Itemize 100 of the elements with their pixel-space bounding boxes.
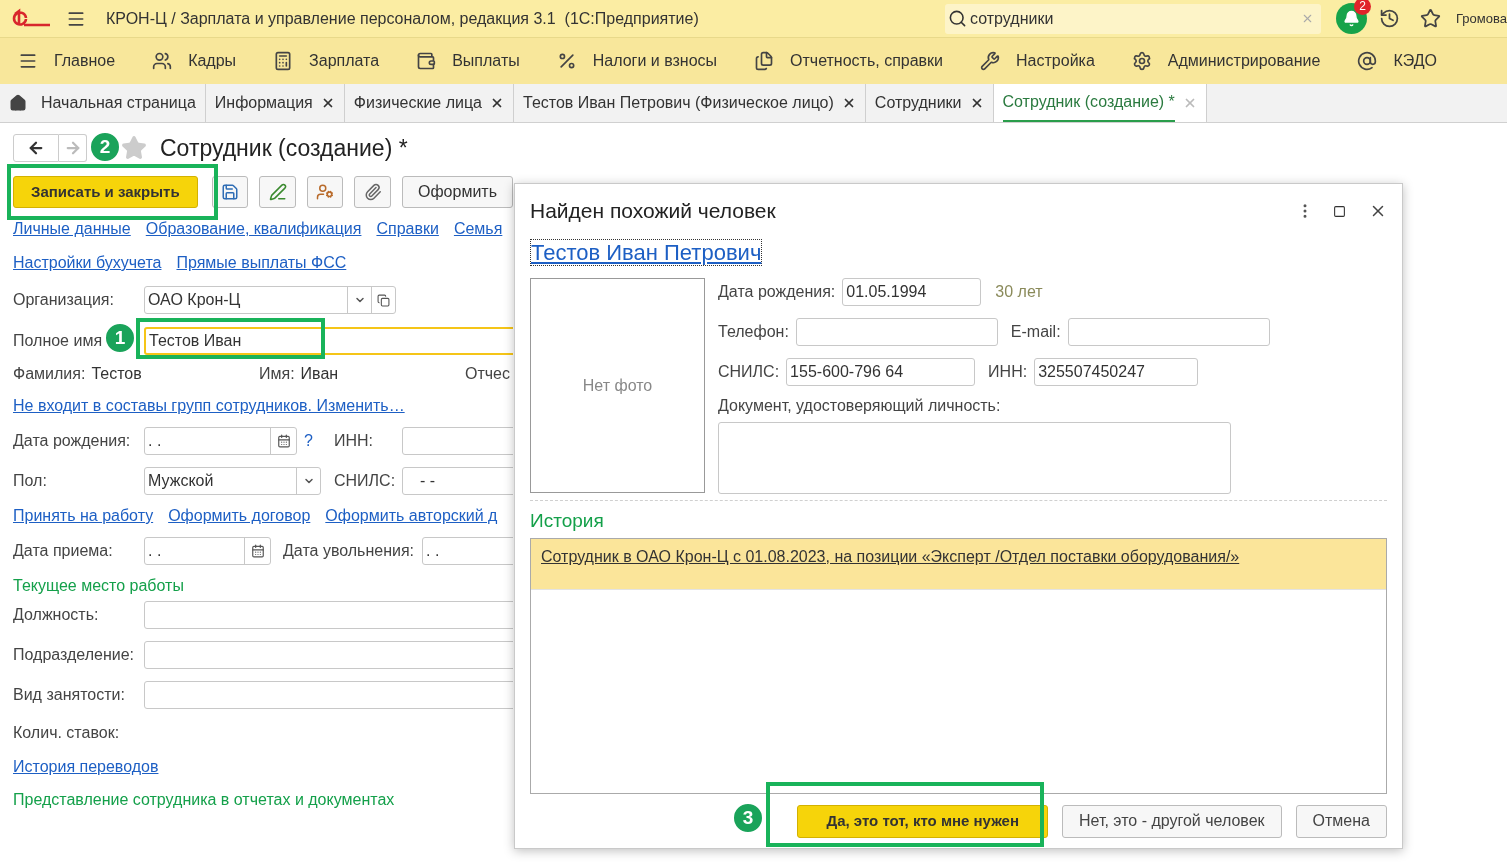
snils-field[interactable]: - - <box>402 467 513 495</box>
link[interactable]: Личные данные <box>13 217 131 241</box>
tab[interactable]: Физические лица <box>344 84 514 122</box>
field-label: Организация: <box>13 290 115 310</box>
link[interactable]: Семья <box>453 217 503 241</box>
birth-date-field[interactable]: . . <box>144 427 297 455</box>
more-button[interactable]: Оформить <box>402 176 513 208</box>
maximize-icon[interactable] <box>1333 204 1346 218</box>
field-label: Имя: <box>259 364 295 384</box>
dialog-title: Найден похожий человек <box>530 198 776 225</box>
section-item[interactable]: Настройка <box>980 49 1095 73</box>
step-number: 2 <box>89 131 121 163</box>
settings-icon <box>1131 51 1152 71</box>
notifications-button[interactable]: 2 <box>1336 3 1368 34</box>
field-label: Дата приема: <box>13 541 114 561</box>
link[interactable]: Принять на работу <box>13 504 154 528</box>
link[interactable]: Настройки бухучета <box>13 251 162 275</box>
job-field[interactable] <box>144 681 513 709</box>
link[interactable]: Оформить авторский д <box>325 504 498 528</box>
tab[interactable]: Сотрудник (создание) * <box>993 84 1207 122</box>
at-sign-icon <box>1357 51 1378 71</box>
edit-button[interactable] <box>259 176 296 208</box>
birth-date-field[interactable]: 01.05.1994 <box>842 278 982 306</box>
field-label: Отчес <box>465 364 510 384</box>
back-button[interactable] <box>13 134 59 162</box>
calculator-icon <box>273 51 294 71</box>
gender-field[interactable]: Мужской <box>144 467 321 495</box>
field-label: Дата рождения: <box>718 282 836 302</box>
close-icon[interactable] <box>490 96 504 110</box>
notification-count: 2 <box>1354 0 1372 15</box>
link[interactable]: Прямые выплаты ФСС <box>176 251 347 275</box>
field-label: E-mail: <box>1010 322 1061 342</box>
link[interactable]: Оформить договор <box>168 504 311 528</box>
person-button[interactable] <box>306 176 344 208</box>
section-heading: История <box>530 509 605 533</box>
field-label: Вид занятости: <box>13 685 126 705</box>
confirm-button[interactable]: Да, это тот, кто мне нужен <box>797 804 1048 838</box>
job-field[interactable] <box>144 641 513 669</box>
section-item[interactable]: Налоги и взносы <box>556 49 718 73</box>
user-name[interactable]: Громова <box>1456 8 1507 29</box>
save-and-close-button[interactable]: Записать и закрыть <box>13 176 198 208</box>
name-value: Тестов <box>91 364 142 384</box>
search-field[interactable]: сотрудники <box>945 3 1322 34</box>
section-item[interactable]: Администрирование <box>1131 49 1321 73</box>
inn-field[interactable]: 325507450247 <box>1034 358 1199 386</box>
section-item[interactable]: КЭДО <box>1357 49 1437 73</box>
cancel-button[interactable]: Отмена <box>1295 804 1387 838</box>
calendar-icon[interactable] <box>276 434 291 448</box>
field-label: Подразделение: <box>13 645 136 665</box>
field-label: ИНН: <box>988 362 1028 382</box>
groups-link[interactable]: Не входит в составы групп сотрудников. Изменить… <box>13 397 405 414</box>
section-item[interactable]: Кадры <box>152 49 237 73</box>
hire-date-field[interactable]: . . <box>144 537 271 565</box>
transfers-link[interactable]: История переводов <box>13 758 159 775</box>
decline-button[interactable]: Нет, это - другой человек <box>1062 804 1282 838</box>
menu-icon <box>18 51 38 71</box>
link[interactable]: Образование, квалификация <box>145 217 362 241</box>
wallet-icon <box>416 51 437 71</box>
full-name-field[interactable]: Тестов Иван <box>144 327 513 355</box>
link[interactable]: Справки <box>376 217 439 241</box>
calendar-icon[interactable] <box>250 544 265 558</box>
help-link[interactable]: ? <box>304 429 316 453</box>
field-label: Дата рождения: <box>13 431 132 451</box>
phone-field[interactable] <box>795 318 998 346</box>
field-label: ИНН: <box>334 431 375 451</box>
field-label: Полное имя <box>13 332 103 349</box>
section-item[interactable]: Главное <box>18 49 116 73</box>
job-field[interactable] <box>144 601 513 629</box>
tab[interactable]: Сотрудники <box>865 84 994 122</box>
field-label: СНИЛС: <box>334 471 397 491</box>
email-field[interactable] <box>1067 318 1270 346</box>
attach-button[interactable] <box>354 176 391 208</box>
tab[interactable]: Информация <box>205 84 345 122</box>
history-row[interactable]: Сотрудник в ОАО Крон-Ц с 01.08.2023, на позиции «Эксперт /Отдел поставки оборудования/» <box>531 538 1386 590</box>
section-item[interactable]: Выплаты <box>416 49 520 73</box>
field-label: Фамилия: <box>13 364 86 384</box>
name-value: Иван <box>300 364 339 384</box>
tab[interactable]: Тестов Иван Петрович (Физическое лицо) <box>514 84 866 122</box>
field-label: Дата увольнения: <box>283 541 415 561</box>
open-icon[interactable] <box>377 293 390 307</box>
section-heading: Представление сотрудника в отчетах и документах <box>13 790 396 810</box>
history-icon[interactable] <box>1379 8 1401 29</box>
section-item[interactable]: Зарплата <box>273 49 380 73</box>
organization-field[interactable]: ОАО Крон-Ц <box>144 286 396 314</box>
section-item[interactable]: Отчетность, справки <box>754 49 944 73</box>
people-icon <box>152 51 173 71</box>
star-icon[interactable] <box>1420 8 1442 29</box>
form-title: Сотрудник (создание) * <box>160 133 408 163</box>
person-gear-icon <box>316 183 335 201</box>
person-link[interactable]: Тестов Иван Петрович <box>530 239 763 266</box>
dismissal-date-field[interactable]: . . <box>422 537 513 565</box>
tab[interactable]: Начальная страница <box>0 84 206 122</box>
field-label: Колич. ставок: <box>13 724 120 741</box>
documents-icon <box>754 51 775 71</box>
document-field[interactable] <box>718 422 1231 494</box>
field-label: СНИЛС: <box>718 362 780 382</box>
photo-field[interactable]: Нет фото <box>530 278 705 493</box>
snils-field[interactable]: 155-600-796 64 <box>786 358 976 386</box>
star-icon[interactable] <box>121 135 147 161</box>
inn-field[interactable] <box>402 427 513 455</box>
